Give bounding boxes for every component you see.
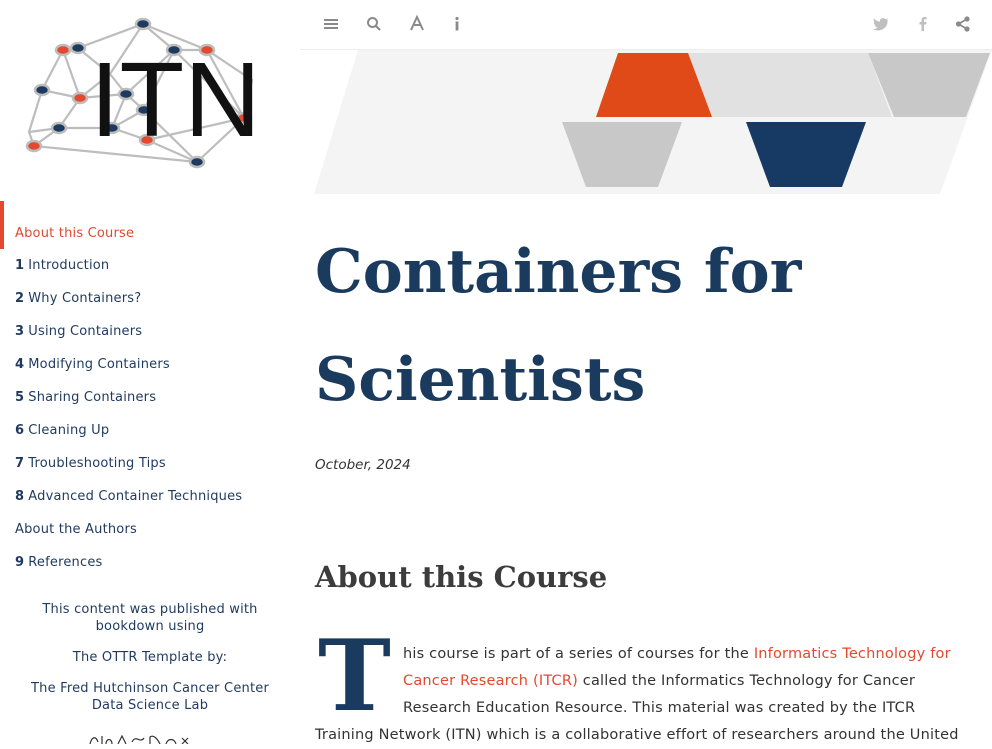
toc-number: 1	[15, 258, 25, 273]
toc-item-why-containers[interactable]: 2 Why Containers?	[0, 282, 300, 315]
bookdown-note[interactable]: This content was published with bookdown…	[0, 601, 300, 635]
search-icon[interactable]	[365, 15, 383, 33]
toc-item-references[interactable]: 9 References	[0, 546, 300, 579]
book-toolbar	[300, 0, 992, 50]
paragraph-line: his course is part of a series of course…	[315, 641, 975, 668]
ottr-template-note[interactable]: The OTTR Template by:	[0, 649, 300, 666]
toc-item-cleaning-up[interactable]: 6 Cleaning Up	[0, 414, 300, 447]
toc-label: Using Containers	[28, 324, 143, 339]
toc-label: Advanced Container Techniques	[28, 489, 243, 504]
toc-item-sharing-containers[interactable]: 5 Sharing Containers	[0, 381, 300, 414]
logo-text: ITN	[90, 41, 261, 159]
toc-label: Cleaning Up	[28, 423, 110, 438]
paragraph-line: Research Education Resource. This materi…	[403, 700, 916, 716]
toc-item-introduction[interactable]: 1 Introduction	[0, 249, 300, 282]
paragraph-text: called the Informatics Technology for Ca…	[577, 673, 916, 689]
toc-item-using-containers[interactable]: 3 Using Containers	[0, 315, 300, 348]
sidebar: ITN About this Course 1 Introduction 2 Why…	[0, 0, 300, 744]
itcr-link[interactable]: Informatics Technology for	[754, 646, 951, 662]
paragraph-line: Training Network (ITN) which is a collab…	[315, 727, 959, 743]
toc-number: 4	[15, 357, 25, 372]
itn-logo[interactable]: ITN	[22, 14, 272, 174]
toc-item-modifying-containers[interactable]: 4 Modifying Containers	[0, 348, 300, 381]
toc-number: 7	[15, 456, 25, 471]
toc-item-advanced-container-techniques[interactable]: 8 Advanced Container Techniques	[0, 480, 300, 513]
toc-number: 2	[15, 291, 25, 306]
facebook-icon[interactable]	[914, 15, 932, 33]
paragraph-text: his course is part of a series of course…	[403, 646, 754, 662]
font-settings-icon[interactable]	[408, 15, 426, 33]
itcr-link-continued[interactable]: Cancer Research (ITCR)	[403, 673, 578, 689]
toc-label: References	[28, 555, 103, 570]
intro-paragraph: his course is part of a series of course…	[315, 641, 975, 749]
paragraph-line: Cancer Research (ITCR) called the Inform…	[315, 668, 975, 695]
toc-label: Why Containers?	[28, 291, 142, 306]
toc-label: Sharing Containers	[28, 390, 157, 405]
info-icon[interactable]	[448, 15, 466, 33]
itn-network-graphic: ITN	[25, 17, 261, 169]
toc-label: About the Authors	[15, 522, 137, 537]
toc-label: Introduction	[28, 258, 110, 273]
toc-number: 8	[15, 489, 25, 504]
toc-number: 5	[15, 390, 25, 405]
toc-item-about-this-course[interactable]: About this Course	[0, 201, 300, 249]
toc-label: About this Course	[15, 226, 135, 241]
publish-date: October, 2024	[315, 457, 411, 473]
toc-number: 3	[15, 324, 25, 339]
fh-lab-logo-icon[interactable]	[88, 732, 198, 744]
toc-item-troubleshooting-tips[interactable]: 7 Troubleshooting Tips	[0, 447, 300, 480]
book-title: Containers for Scientists	[315, 237, 802, 415]
table-of-contents: About this Course 1 Introduction 2 Why Con…	[0, 201, 300, 579]
share-icon[interactable]	[954, 15, 972, 33]
toc-number: 9	[15, 555, 25, 570]
course-banner-graphic	[314, 50, 992, 194]
toc-item-about-the-authors[interactable]: About the Authors	[0, 513, 300, 546]
section-heading: About this Course	[315, 560, 608, 594]
toc-label: Troubleshooting Tips	[28, 456, 166, 471]
toc-label: Modifying Containers	[28, 357, 170, 372]
toc-number: 6	[15, 423, 25, 438]
fh-data-science-lab-note[interactable]: The Fred Hutchinson Cancer Center Data S…	[0, 680, 300, 714]
twitter-icon[interactable]	[872, 15, 890, 33]
menu-icon[interactable]	[322, 15, 340, 33]
